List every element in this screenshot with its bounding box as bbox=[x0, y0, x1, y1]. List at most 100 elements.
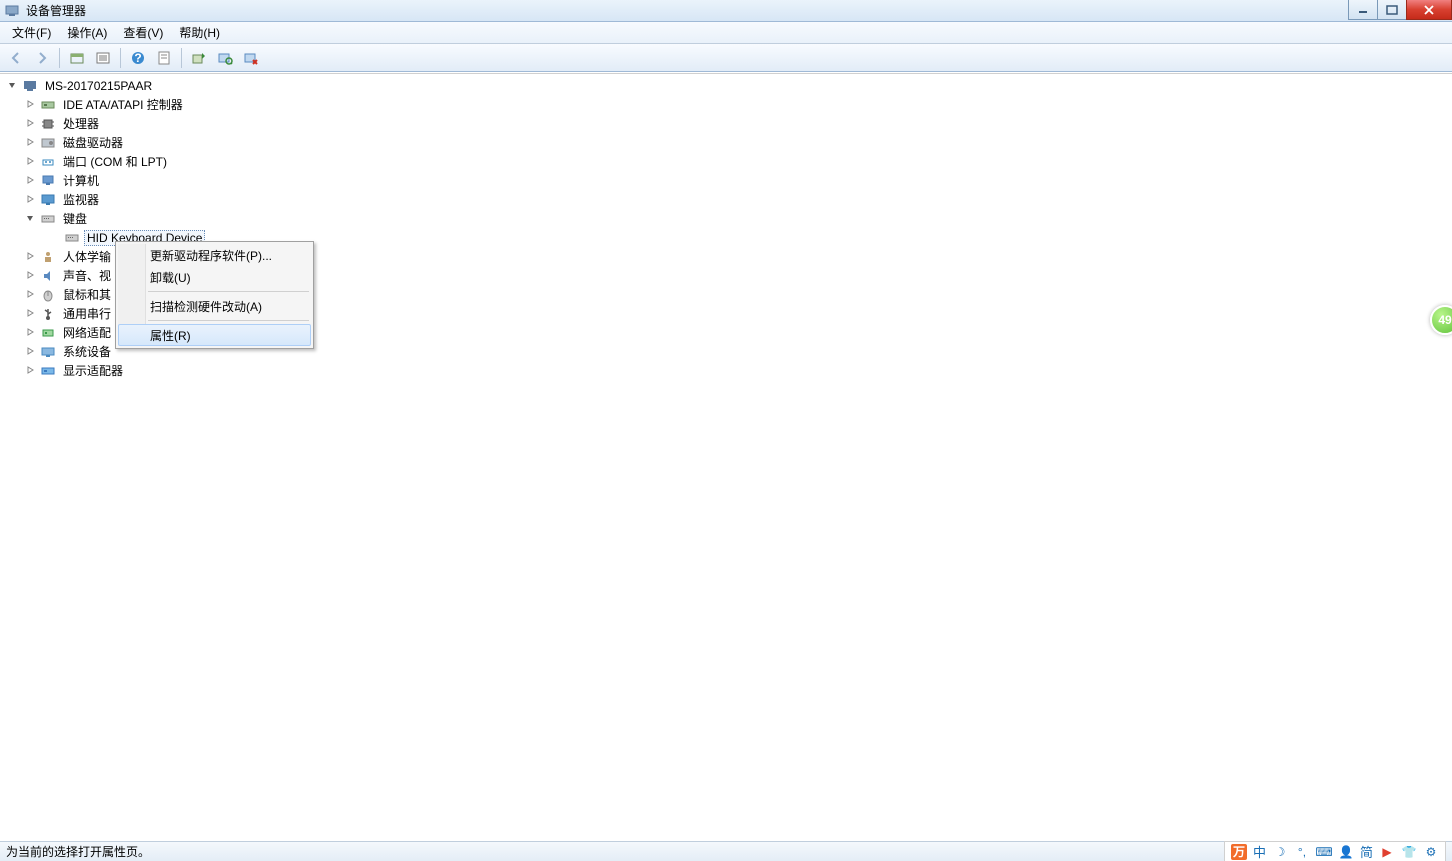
ime-mode[interactable]: 简 bbox=[1360, 842, 1373, 861]
toolbar-uninstall-button[interactable] bbox=[239, 46, 263, 70]
ctx-item-label: 更新驱动程序软件(P)... bbox=[150, 247, 272, 264]
usb-icon bbox=[40, 306, 56, 322]
ime-moon-icon[interactable]: ☽ bbox=[1272, 844, 1288, 860]
tree-node-ide[interactable]: IDE ATA/ATAPI 控制器 bbox=[6, 95, 1452, 114]
expand-icon[interactable] bbox=[24, 289, 36, 301]
tree-node-label: 显示适配器 bbox=[60, 361, 126, 380]
display-adapter-icon bbox=[40, 363, 56, 379]
title-bar: 设备管理器 bbox=[0, 0, 1452, 22]
ime-punct-icon[interactable]: °, bbox=[1294, 844, 1310, 860]
tree-node-label: 人体学输 bbox=[60, 247, 114, 266]
disk-drive-icon bbox=[40, 135, 56, 151]
expand-icon[interactable] bbox=[24, 251, 36, 263]
ide-controller-icon bbox=[40, 97, 56, 113]
tree-node-ports[interactable]: 端口 (COM 和 LPT) bbox=[6, 152, 1452, 171]
sound-icon bbox=[40, 268, 56, 284]
ime-rec-icon[interactable]: ▶ bbox=[1379, 844, 1395, 860]
tree-node-computer[interactable]: 计算机 bbox=[6, 171, 1452, 190]
keyboard-icon bbox=[40, 211, 56, 227]
toolbar-back-button[interactable] bbox=[4, 46, 28, 70]
ime-keyboard-icon[interactable]: ⌨ bbox=[1316, 844, 1332, 860]
minimize-button[interactable] bbox=[1348, 0, 1378, 20]
expand-icon[interactable] bbox=[24, 327, 36, 339]
expand-icon[interactable] bbox=[24, 118, 36, 130]
tree-node-label: 处理器 bbox=[60, 114, 102, 133]
tree-node-label: 键盘 bbox=[60, 209, 90, 228]
tree-node-keyboard[interactable]: 键盘 bbox=[6, 209, 1452, 228]
tree-node-display[interactable]: 显示适配器 bbox=[6, 361, 1452, 380]
tree-node-label: 监视器 bbox=[60, 190, 102, 209]
expand-icon[interactable] bbox=[24, 137, 36, 149]
ime-settings-icon[interactable]: ⚙ bbox=[1423, 844, 1439, 860]
expand-icon[interactable] bbox=[24, 365, 36, 377]
collapse-icon[interactable] bbox=[24, 213, 36, 225]
toolbar-update-button[interactable] bbox=[187, 46, 211, 70]
expand-icon[interactable] bbox=[24, 156, 36, 168]
menu-bar: 文件(F) 操作(A) 查看(V) 帮助(H) bbox=[0, 22, 1452, 44]
ime-logo-icon[interactable]: 万 bbox=[1231, 844, 1247, 860]
floating-badge[interactable]: 49 bbox=[1430, 305, 1452, 335]
device-tree[interactable]: MS-20170215PAAR IDE ATA/ATAPI 控制器 处理器 磁盘… bbox=[0, 73, 1452, 841]
menu-file[interactable]: 文件(F) bbox=[4, 22, 59, 43]
context-menu-separator bbox=[148, 320, 309, 321]
context-menu: 更新驱动程序软件(P)... 卸载(U) 扫描检测硬件改动(A) 属性(R) bbox=[115, 241, 314, 349]
computer-node-icon bbox=[40, 173, 56, 189]
keyboard-icon bbox=[64, 230, 80, 246]
toolbar-forward-button[interactable] bbox=[30, 46, 54, 70]
toolbar-help-button[interactable]: ? bbox=[126, 46, 150, 70]
tree-node-label: 系统设备 bbox=[60, 342, 114, 361]
toolbar-list-button[interactable] bbox=[91, 46, 115, 70]
expand-icon[interactable] bbox=[24, 270, 36, 282]
tree-node-label: 通用串行 bbox=[60, 304, 114, 323]
tree-root-label: MS-20170215PAAR bbox=[42, 78, 155, 94]
toolbar-properties-button[interactable] bbox=[152, 46, 176, 70]
ime-toolbar[interactable]: 万 中 ☽ °, ⌨ 👤 简 ▶ 👕 ⚙ bbox=[1224, 841, 1446, 861]
ime-skin-icon[interactable]: 👕 bbox=[1401, 844, 1417, 860]
tree-node-cpu[interactable]: 处理器 bbox=[6, 114, 1452, 133]
collapse-icon[interactable] bbox=[6, 80, 18, 92]
svg-text:?: ? bbox=[134, 51, 141, 65]
expand-icon[interactable] bbox=[24, 194, 36, 206]
ctx-update-driver[interactable]: 更新驱动程序软件(P)... bbox=[118, 244, 311, 266]
tree-node-label: 计算机 bbox=[60, 171, 102, 190]
tree-root[interactable]: MS-20170215PAAR bbox=[6, 76, 1452, 95]
tree-node-label: 网络适配 bbox=[60, 323, 114, 342]
toolbar-scan-button[interactable] bbox=[213, 46, 237, 70]
tree-node-label: 端口 (COM 和 LPT) bbox=[60, 152, 170, 171]
ctx-item-label: 卸载(U) bbox=[150, 269, 191, 286]
menu-view[interactable]: 查看(V) bbox=[115, 22, 171, 43]
toolbar-separator bbox=[59, 48, 60, 68]
network-icon bbox=[40, 325, 56, 341]
processor-icon bbox=[40, 116, 56, 132]
tree-node-label: 鼠标和其 bbox=[60, 285, 114, 304]
status-text: 为当前的选择打开属性页。 bbox=[6, 843, 150, 860]
close-button[interactable] bbox=[1406, 0, 1452, 20]
ctx-item-label: 扫描检测硬件改动(A) bbox=[150, 298, 262, 315]
expand-icon[interactable] bbox=[24, 99, 36, 111]
ctx-scan-hardware[interactable]: 扫描检测硬件改动(A) bbox=[118, 295, 311, 317]
context-menu-separator bbox=[148, 291, 309, 292]
ime-lang[interactable]: 中 bbox=[1253, 842, 1266, 861]
ctx-uninstall[interactable]: 卸载(U) bbox=[118, 266, 311, 288]
menu-help[interactable]: 帮助(H) bbox=[171, 22, 228, 43]
maximize-button[interactable] bbox=[1377, 0, 1407, 20]
mouse-icon bbox=[40, 287, 56, 303]
expand-icon[interactable] bbox=[24, 175, 36, 187]
toolbar-separator bbox=[181, 48, 182, 68]
monitor-icon bbox=[40, 192, 56, 208]
system-device-icon bbox=[40, 344, 56, 360]
app-icon bbox=[4, 3, 20, 19]
window-title: 设备管理器 bbox=[26, 2, 86, 19]
computer-icon bbox=[22, 78, 38, 94]
ctx-properties[interactable]: 属性(R) bbox=[118, 324, 311, 346]
ctx-item-label: 属性(R) bbox=[150, 327, 191, 344]
tree-node-label: 磁盘驱动器 bbox=[60, 133, 126, 152]
menu-action[interactable]: 操作(A) bbox=[59, 22, 115, 43]
ime-user-icon[interactable]: 👤 bbox=[1338, 844, 1354, 860]
expand-icon[interactable] bbox=[24, 308, 36, 320]
toolbar: ? bbox=[0, 44, 1452, 72]
tree-node-disk[interactable]: 磁盘驱动器 bbox=[6, 133, 1452, 152]
expand-icon[interactable] bbox=[24, 346, 36, 358]
tree-node-monitor[interactable]: 监视器 bbox=[6, 190, 1452, 209]
toolbar-up-button[interactable] bbox=[65, 46, 89, 70]
